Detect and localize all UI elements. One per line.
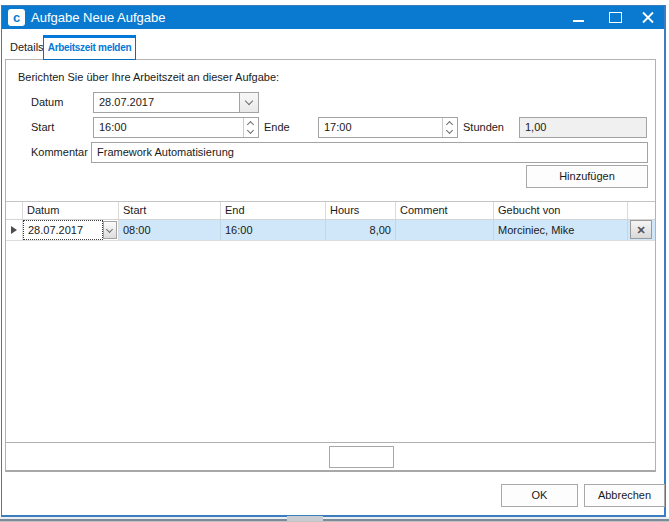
tab-arbeitszeit-melden[interactable]: Arbeitszeit melden bbox=[43, 35, 136, 60]
cell-actions: ✕ bbox=[628, 220, 655, 240]
row-selector-arrow-icon bbox=[11, 226, 17, 234]
header-start[interactable]: Start bbox=[119, 202, 221, 219]
ok-button[interactable]: OK bbox=[501, 484, 578, 507]
hinzufuegen-button[interactable]: Hinzufügen bbox=[526, 165, 648, 188]
stunden-label: Stunden bbox=[463, 117, 504, 138]
cell-gebucht-von[interactable]: Morciniec, Mike bbox=[494, 220, 628, 240]
cell-end[interactable]: 16:00 bbox=[221, 220, 326, 240]
cell-datum-dropdown-button[interactable] bbox=[103, 221, 117, 239]
delete-row-button[interactable]: ✕ bbox=[630, 220, 652, 239]
header-hours[interactable]: Hours bbox=[326, 202, 396, 219]
datum-value: 28.07.2017 bbox=[99, 93, 154, 112]
kommentar-label: Kommentar bbox=[31, 142, 88, 163]
table-row: 28.07.2017 08:00 16:00 8,00 Morciniec, M… bbox=[6, 220, 655, 241]
resize-grip bbox=[287, 516, 323, 521]
cell-datum-value[interactable]: 28.07.2017 bbox=[23, 220, 103, 240]
ende-value: 17:00 bbox=[324, 118, 352, 137]
ende-label: Ende bbox=[264, 117, 290, 138]
stunden-value: 1,00 bbox=[525, 118, 546, 137]
abbrechen-button[interactable]: Abbrechen bbox=[584, 484, 665, 507]
cell-datum[interactable]: 28.07.2017 bbox=[23, 220, 119, 240]
chevron-down-icon bbox=[245, 97, 253, 105]
header-comment[interactable]: Comment bbox=[396, 202, 494, 219]
start-input[interactable]: 16:00 bbox=[93, 117, 259, 138]
table-bottom-border bbox=[6, 442, 655, 443]
start-label: Start bbox=[31, 117, 54, 138]
minimize-icon[interactable] bbox=[573, 20, 584, 22]
kommentar-value: Framework Automatisierung bbox=[97, 143, 234, 162]
cell-comment[interactable] bbox=[396, 220, 494, 240]
cell-start[interactable]: 08:00 bbox=[119, 220, 221, 240]
datum-dropdown-button[interactable] bbox=[239, 93, 258, 112]
footer-mini-box[interactable] bbox=[329, 446, 394, 468]
intro-text: Berichten Sie über Ihre Arbeitszeit an d… bbox=[18, 71, 279, 83]
ende-spinner[interactable] bbox=[442, 118, 457, 137]
cell-hours-value: 8,00 bbox=[370, 220, 391, 240]
report-panel: Berichten Sie über Ihre Arbeitszeit an d… bbox=[5, 59, 656, 472]
tab-details[interactable]: Details bbox=[6, 35, 48, 59]
start-value: 16:00 bbox=[99, 118, 127, 137]
worktime-table: Datum Start End Hours Comment Gebucht vo… bbox=[6, 201, 655, 241]
close-icon[interactable] bbox=[641, 11, 655, 24]
chevron-down-icon bbox=[446, 127, 453, 134]
table-header-row: Datum Start End Hours Comment Gebucht vo… bbox=[6, 201, 655, 220]
row-indicator-cell bbox=[6, 220, 23, 240]
app-icon: c bbox=[8, 9, 25, 26]
datum-label: Datum bbox=[31, 92, 63, 113]
maximize-icon[interactable] bbox=[609, 12, 622, 23]
header-actions bbox=[628, 202, 655, 219]
stunden-field: 1,00 bbox=[519, 117, 647, 138]
datum-combobox[interactable]: 28.07.2017 bbox=[93, 92, 259, 113]
chevron-down-icon bbox=[247, 127, 254, 134]
header-datum[interactable]: Datum bbox=[23, 202, 119, 219]
header-gebucht-von[interactable]: Gebucht von bbox=[494, 202, 628, 219]
window-title: Aufgabe Neue Aufgabe bbox=[31, 6, 165, 29]
ende-input[interactable]: 17:00 bbox=[318, 117, 458, 138]
dialog-window: c Aufgabe Neue Aufgabe Details Arbeitsze… bbox=[1, 5, 666, 517]
header-row-indicator bbox=[6, 202, 23, 219]
kommentar-input[interactable]: Framework Automatisierung bbox=[91, 142, 648, 163]
cell-hours[interactable]: 8,00 bbox=[326, 220, 396, 240]
chevron-down-icon bbox=[106, 226, 113, 233]
header-end[interactable]: End bbox=[221, 202, 326, 219]
start-spinner[interactable] bbox=[243, 118, 258, 137]
title-bar: c Aufgabe Neue Aufgabe bbox=[2, 6, 664, 29]
